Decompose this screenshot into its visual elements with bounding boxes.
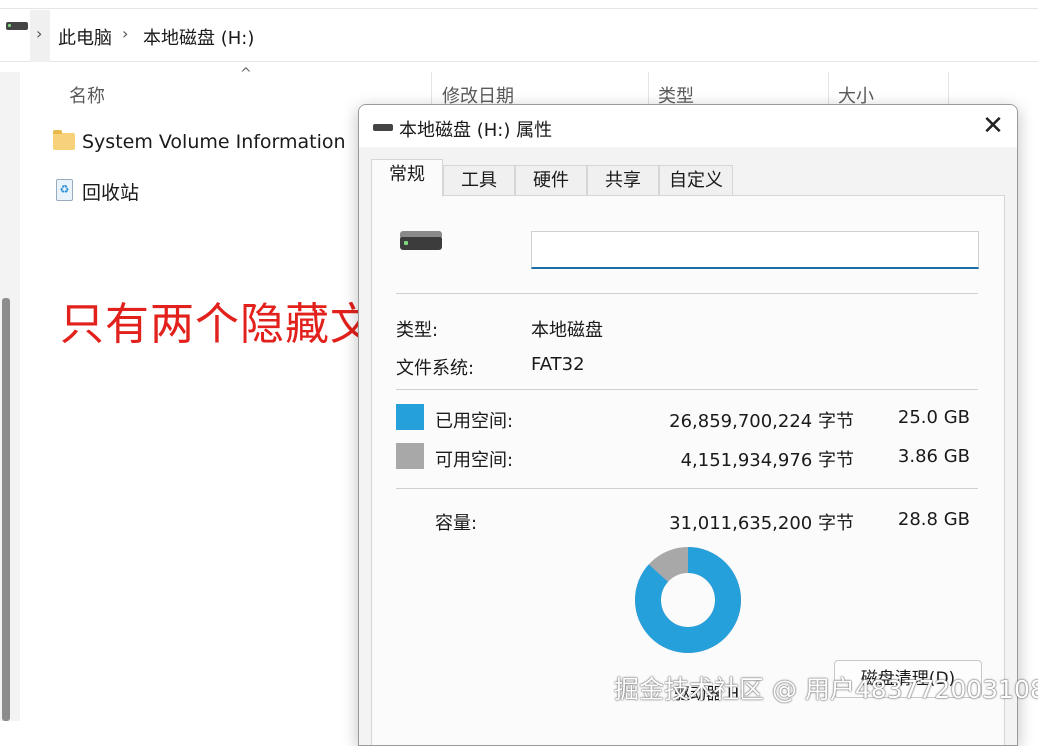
free-space-bytes: 4,151,934,976 字节 (680, 450, 854, 471)
free-space-swatch (396, 443, 424, 469)
tab-sharing[interactable]: 共享 (587, 165, 659, 196)
scrollbar-thumb[interactable] (2, 298, 10, 721)
file-system-value: FAT32 (531, 354, 585, 375)
drive-icon (6, 22, 28, 30)
general-tab-panel: 类型: 本地磁盘 文件系统: FAT32 已用空间: 26,859,700,22… (371, 195, 1005, 745)
capacity-bytes: 31,011,635,200 字节 (669, 513, 854, 534)
volume-name-input[interactable] (531, 231, 979, 269)
dialog-title: 本地磁盘 (H:) 属性 (399, 120, 553, 141)
capacity-label: 容量: (435, 513, 478, 534)
file-row-system-volume-information[interactable]: System Volume Information (82, 131, 346, 153)
capacity-size: 28.8 GB (897, 509, 970, 530)
type-label: 类型: (396, 320, 439, 341)
sort-ascending-icon: ^ (240, 66, 252, 82)
hard-drive-icon (400, 231, 442, 250)
used-space-bytes: 26,859,700,224 字节 (669, 411, 854, 432)
file-system-label: 文件系统: (396, 358, 475, 379)
tab-customize[interactable]: 自定义 (659, 165, 733, 196)
tab-hardware[interactable]: 硬件 (515, 165, 587, 196)
divider (396, 488, 978, 489)
breadcrumb-drive-h[interactable]: 本地磁盘 (H:) (143, 24, 254, 50)
disk-usage-donut-chart (635, 547, 741, 653)
divider (396, 293, 978, 294)
chevron-right-icon: › (122, 24, 129, 43)
column-header-name[interactable]: 名称 (69, 82, 105, 108)
drive-icon (373, 124, 393, 131)
chevron-right-icon: › (36, 24, 43, 43)
used-space-size: 25.0 GB (897, 407, 970, 428)
folder-icon (53, 130, 75, 150)
free-space-label: 可用空间: (435, 450, 514, 471)
properties-dialog: 本地磁盘 (H:) 属性 ✕ 常规 工具 硬件 共享 自定义 类型: 本地磁盘 … (358, 104, 1018, 746)
recycle-bin-icon: ♻ (56, 179, 73, 201)
breadcrumb-this-pc[interactable]: 此电脑 (58, 24, 112, 50)
watermark-text: 掘金技术社区 @ 用户4837720031085 (614, 675, 1038, 704)
free-space-size: 3.86 GB (897, 446, 970, 467)
tab-general[interactable]: 常规 (371, 159, 443, 197)
close-icon[interactable]: ✕ (975, 109, 1011, 143)
tab-tools[interactable]: 工具 (443, 165, 515, 196)
divider (396, 389, 978, 390)
used-space-swatch (396, 404, 424, 430)
used-space-label: 已用空间: (435, 411, 514, 432)
file-row-recycle-bin[interactable]: 回收站 (82, 178, 139, 205)
type-value: 本地磁盘 (531, 320, 603, 341)
